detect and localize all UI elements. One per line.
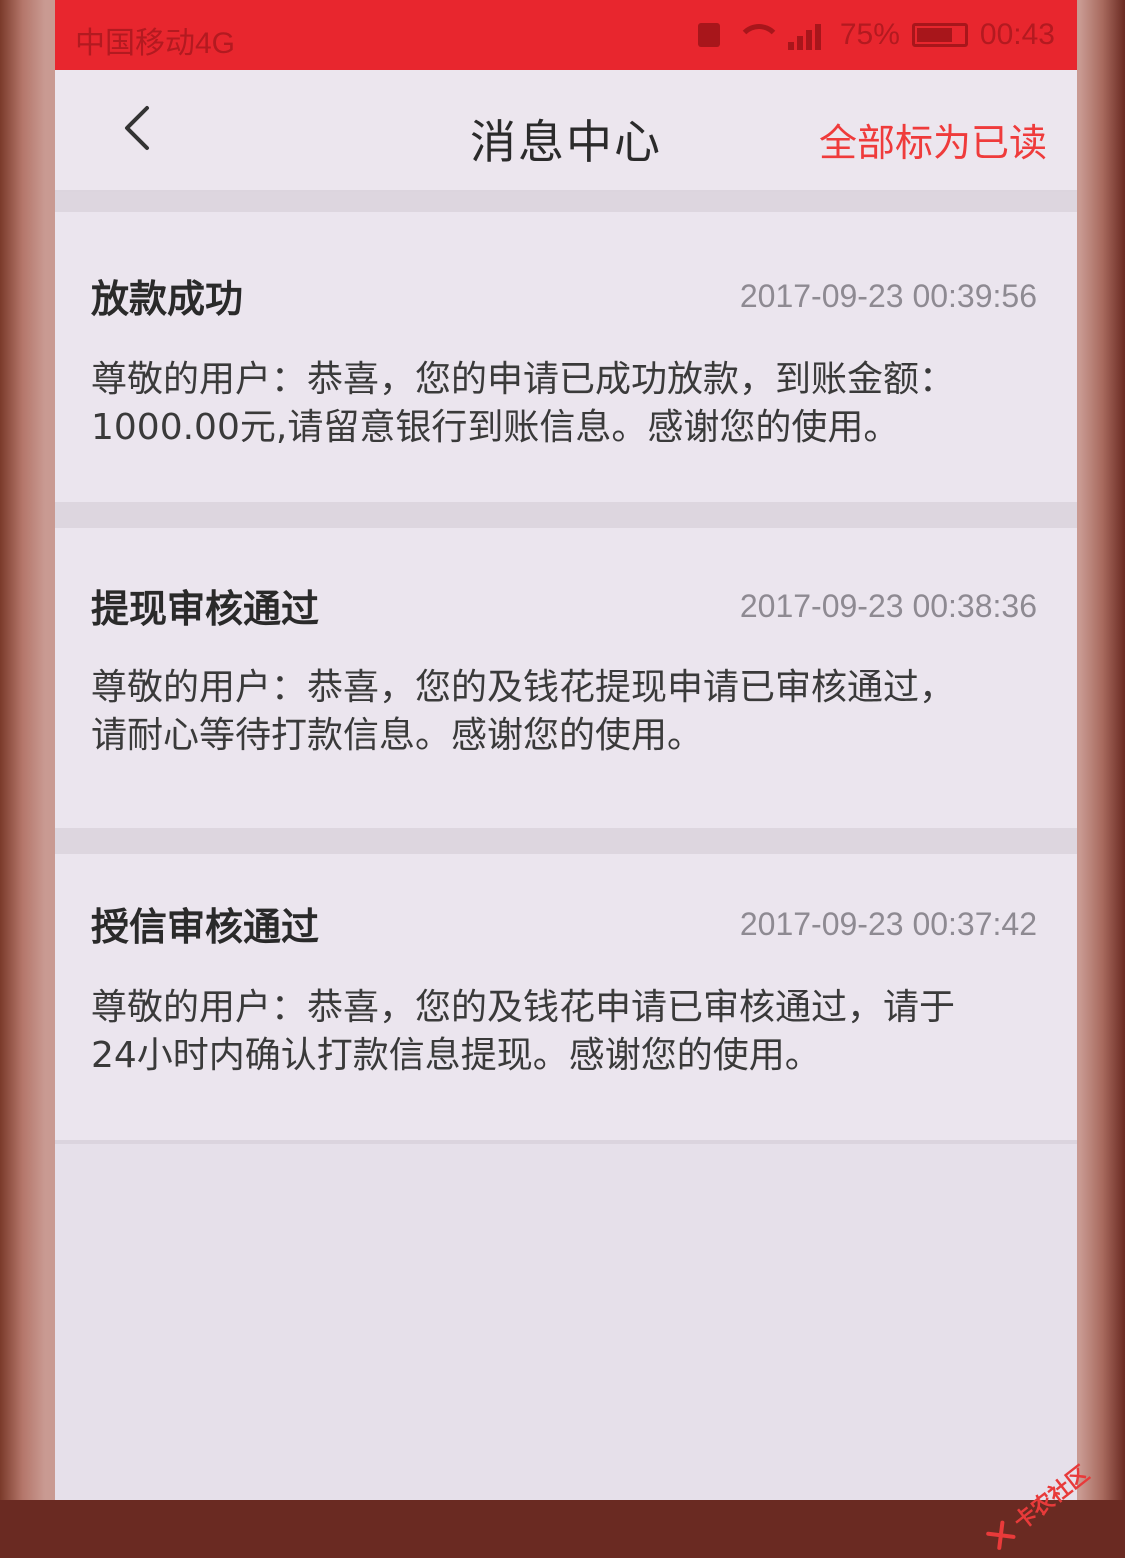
message-title: 授信审核通过 bbox=[91, 905, 320, 949]
cellular-signal-icon bbox=[787, 20, 828, 50]
list-divider bbox=[55, 828, 1077, 854]
message-time: 2017-09-23 00:38:36 bbox=[739, 588, 1037, 624]
message-body: 尊敬的用户：恭喜，您的申请已成功放款，到账金额：1000.00元,请留意银行到账… bbox=[91, 359, 956, 448]
message-item[interactable]: 提现审核通过 2017-09-23 00:38:36 尊敬的用户：恭喜，您的及钱… bbox=[55, 528, 1077, 828]
message-title: 放款成功 bbox=[91, 277, 244, 321]
wifi-icon bbox=[732, 20, 776, 50]
message-item[interactable]: 授信审核通过 2017-09-23 00:37:42 尊敬的用户：恭喜，您的及钱… bbox=[55, 854, 1077, 1144]
carrier-label: 中国移动4G bbox=[75, 27, 236, 60]
list-divider bbox=[55, 192, 1077, 212]
battery-icon bbox=[911, 23, 968, 47]
mark-all-read-button[interactable]: 全部标为已读 bbox=[819, 112, 1047, 167]
list-divider bbox=[55, 502, 1077, 528]
message-time: 2017-09-23 00:39:56 bbox=[739, 278, 1037, 314]
battery-percent: 75% bbox=[839, 18, 900, 51]
phone-frame: 中国移动4G 75% 00:43 消息中心 全部标为已读 放款成功 2017-0… bbox=[0, 0, 1125, 1550]
message-time: 2017-09-23 00:37:42 bbox=[739, 906, 1037, 942]
watermark-logo-icon bbox=[983, 1517, 1019, 1553]
status-bar: 中国移动4G 75% 00:43 bbox=[55, 0, 1077, 70]
app-screen: 中国移动4G 75% 00:43 消息中心 全部标为已读 放款成功 2017-0… bbox=[55, 0, 1077, 1500]
message-body: 尊敬的用户：恭喜，您的及钱花申请已审核通过，请于24小时内确认打款信息提现。感谢… bbox=[91, 987, 956, 1076]
message-list: 放款成功 2017-09-23 00:39:56 尊敬的用户：恭喜，您的申请已成… bbox=[55, 192, 1077, 1144]
status-time: 00:43 bbox=[979, 18, 1055, 51]
sim-card-icon bbox=[697, 23, 720, 47]
nav-bar: 消息中心 全部标为已读 bbox=[55, 70, 1077, 192]
message-item[interactable]: 放款成功 2017-09-23 00:39:56 尊敬的用户：恭喜，您的申请已成… bbox=[55, 212, 1077, 502]
message-body: 尊敬的用户：恭喜，您的及钱花提现申请已审核通过，请耐心等待打款信息。感谢您的使用… bbox=[91, 667, 956, 756]
message-title: 提现审核通过 bbox=[91, 587, 320, 631]
empty-area bbox=[55, 1140, 1077, 1500]
status-icons: 75% 00:43 bbox=[697, 18, 1055, 52]
